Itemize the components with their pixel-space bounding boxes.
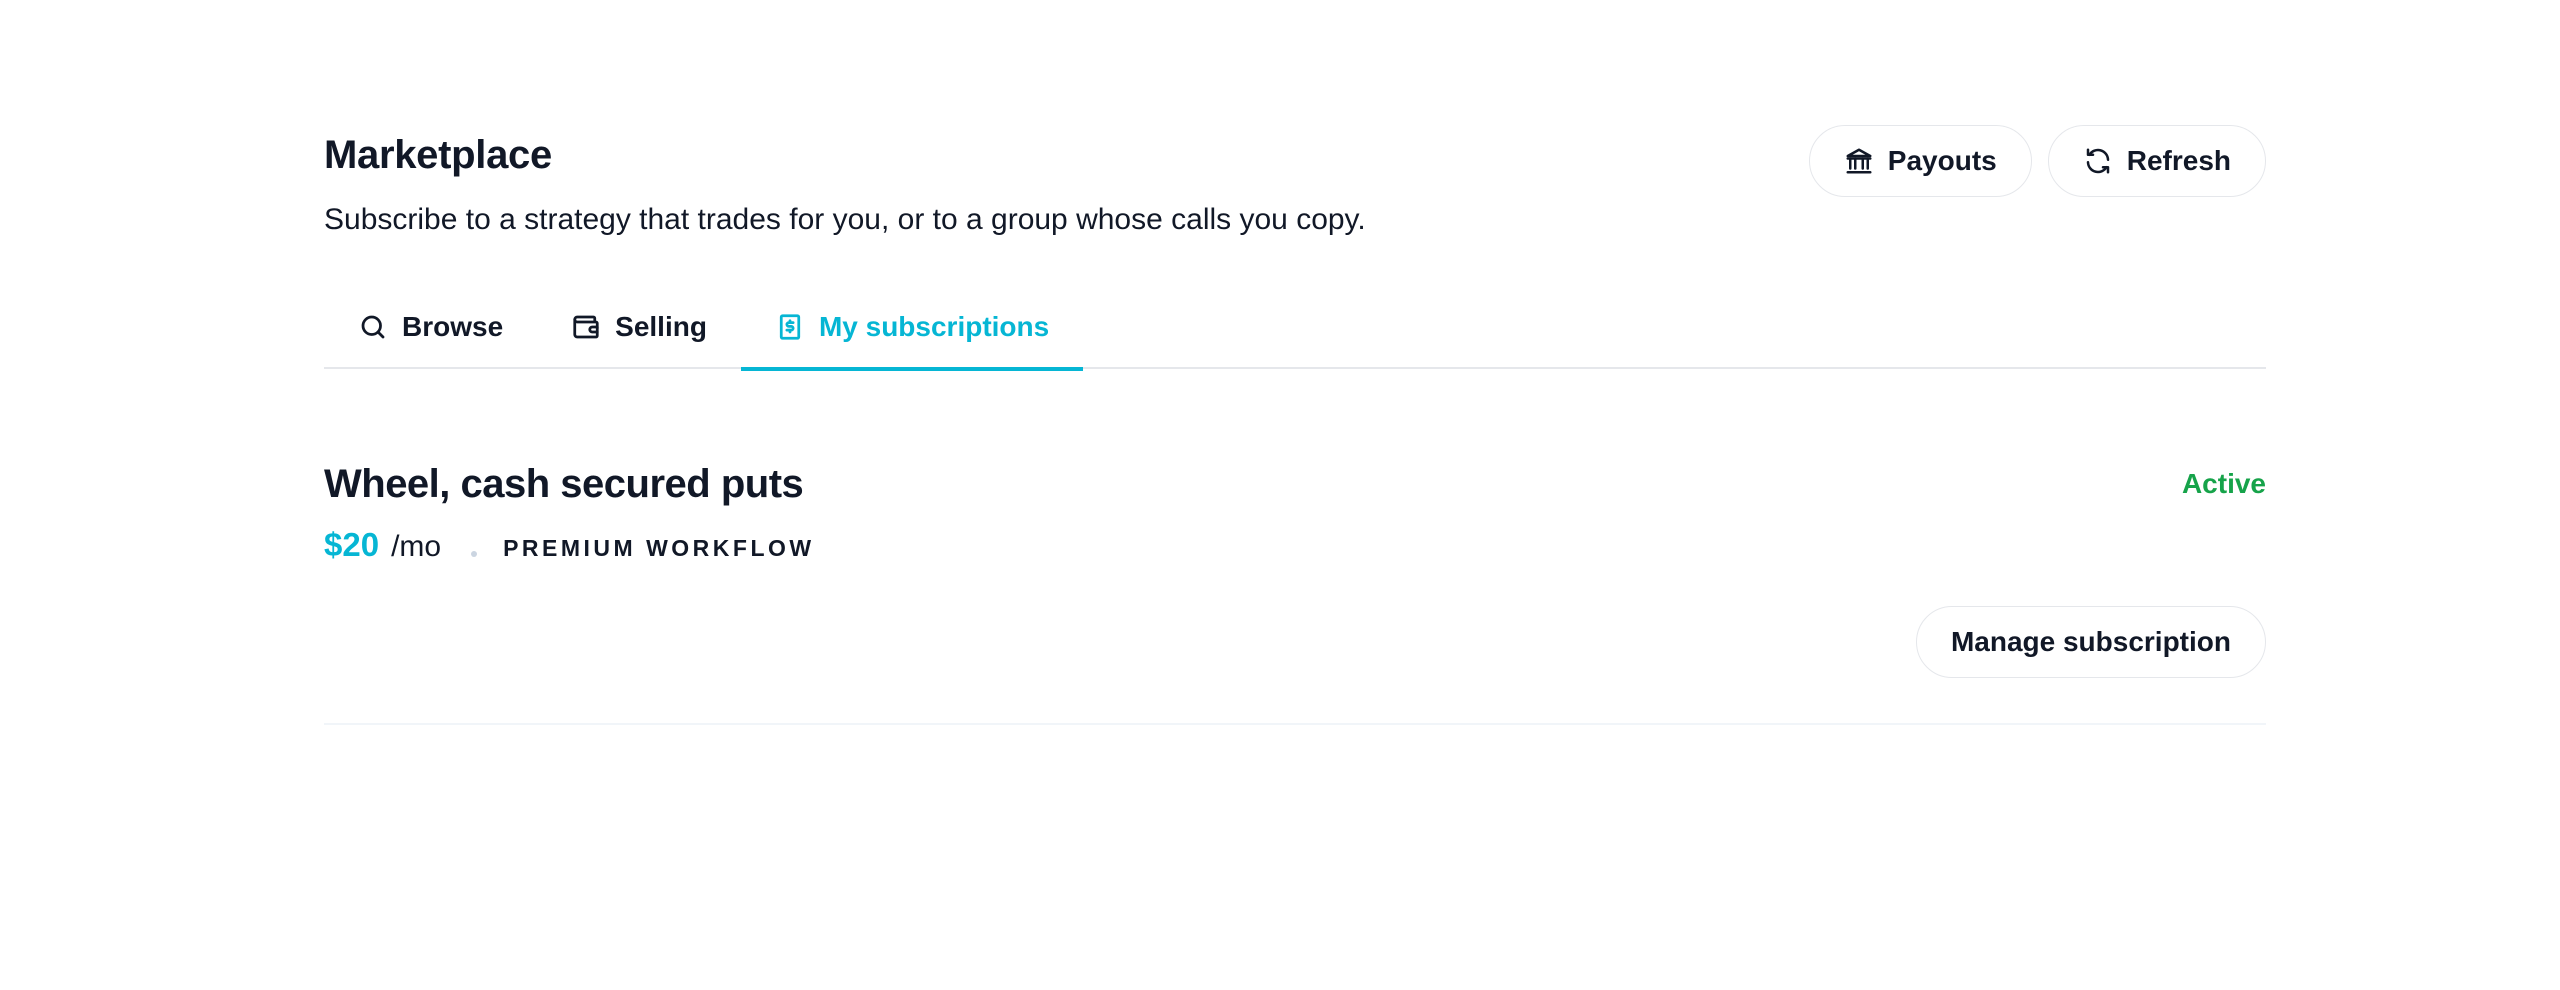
payouts-button[interactable]: Payouts [1808,125,2032,197]
tab-selling-label: Selling [615,311,707,342]
meta-separator [471,551,478,557]
refresh-button[interactable]: Refresh [2047,125,2266,197]
refresh-icon [2086,148,2109,174]
marketplace-page: Marketplace Subscribe to a strategy that… [324,0,2266,725]
subscription-meta: $20 /mo PREMIUM WORKFLOW [324,526,815,566]
tab-bar: Browse Selling My subscriptions [324,285,2266,371]
subscription-period: /mo [391,530,442,563]
wallet-icon [573,315,599,339]
tab-browse-label: Browse [402,311,504,342]
subscription-tag: PREMIUM WORKFLOW [503,535,815,561]
bank-icon [1846,148,1872,174]
tab-selling[interactable]: Selling [537,285,741,369]
search-icon [361,315,385,339]
page-title: Marketplace [324,133,552,177]
manage-subscription-button[interactable]: Manage subscription [1915,606,2266,678]
receipt-dollar-icon [779,314,801,340]
tab-my-subscriptions[interactable]: My subscriptions [740,285,1084,371]
subscription-price: $20 [324,526,380,563]
refresh-label: Refresh [2126,145,2231,176]
page-header: Marketplace Subscribe to a strategy that… [324,0,2266,240]
subscription-title: Wheel, cash secured puts [324,462,804,506]
subscription-card: Wheel, cash secured puts Active $20 /mo … [324,440,2266,725]
payouts-label: Payouts [1887,145,1997,176]
tab-browse[interactable]: Browse [324,285,537,369]
tab-my-subscriptions-label: My subscriptions [818,311,1050,342]
status-badge: Active [2181,468,2266,499]
page-subtitle: Subscribe to a strategy that trades for … [324,203,1366,236]
header-actions: Payouts Refresh [1808,125,2266,197]
